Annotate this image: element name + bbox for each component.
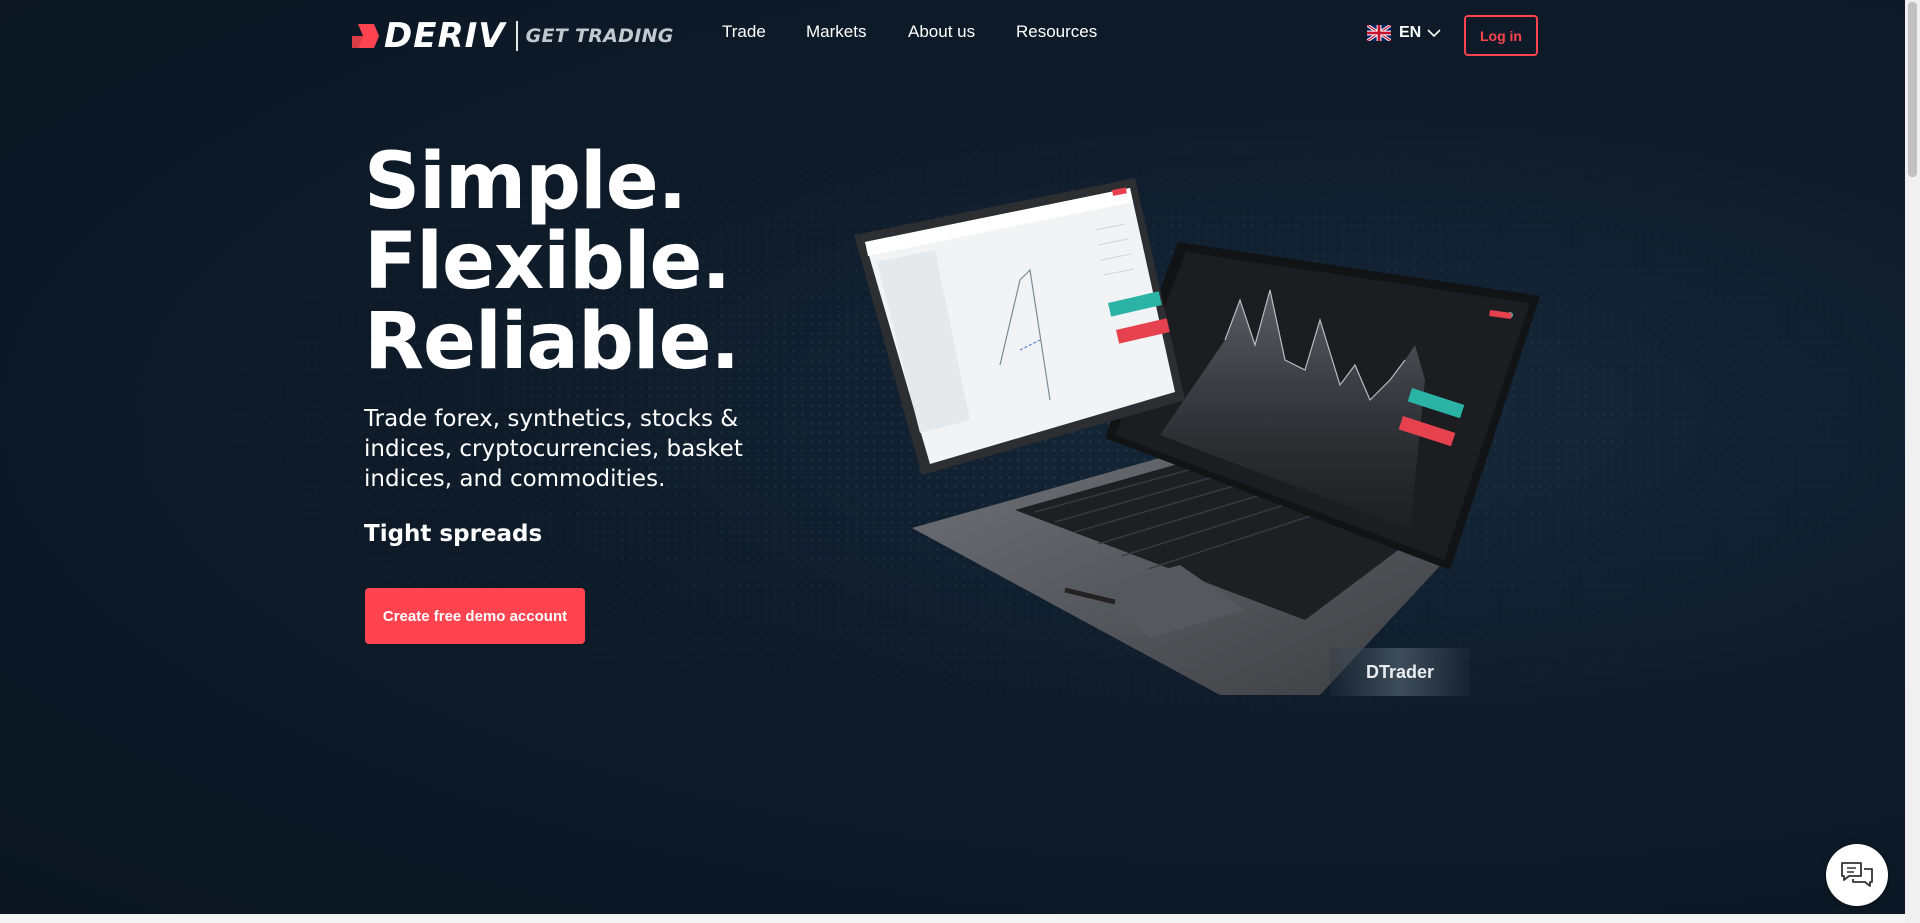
site-header: DERIV GET TRADING Trade Markets About us… [0,0,1905,70]
language-code: EN [1399,24,1422,41]
nav-resources[interactable]: Resources [1016,22,1097,42]
nav-markets[interactable]: Markets [806,22,866,42]
logo-divider [515,21,518,51]
vertical-scrollbar[interactable] [1905,0,1920,923]
login-button[interactable]: Log in [1464,15,1538,56]
dtrader-platform-label: DTrader [1330,648,1470,696]
hero-subtitle: Trade forex, synthetics, stocks & indice… [364,406,743,492]
headline-line-1: Simple. [364,137,687,227]
live-chat-button[interactable] [1826,844,1888,906]
deriv-logo-mark-icon [352,24,379,48]
page-bottom-edge [0,914,1905,923]
deriv-logo[interactable]: DERIV GET TRADING [352,16,674,56]
chat-bubbles-icon [1841,862,1873,887]
language-selector[interactable]: EN [1367,24,1441,42]
hero-headline: Simple. Flexible. Reliable. [364,137,740,387]
headline-line-2: Flexible. [364,217,731,307]
nav-trade[interactable]: Trade [722,22,766,42]
logo-tagline: GET TRADING [525,25,674,47]
scrollbar-thumb[interactable] [1908,2,1917,177]
logo-wordmark: DERIV [384,16,506,56]
create-demo-account-button[interactable]: Create free demo account [365,588,585,644]
hero-tagline: Tight spreads [364,521,543,547]
trading-platform-devices-image [854,178,1540,695]
chevron-down-icon [1427,29,1441,38]
headline-line-3: Reliable. [364,297,740,387]
nav-about-us[interactable]: About us [908,22,975,42]
uk-flag-icon [1367,25,1391,41]
